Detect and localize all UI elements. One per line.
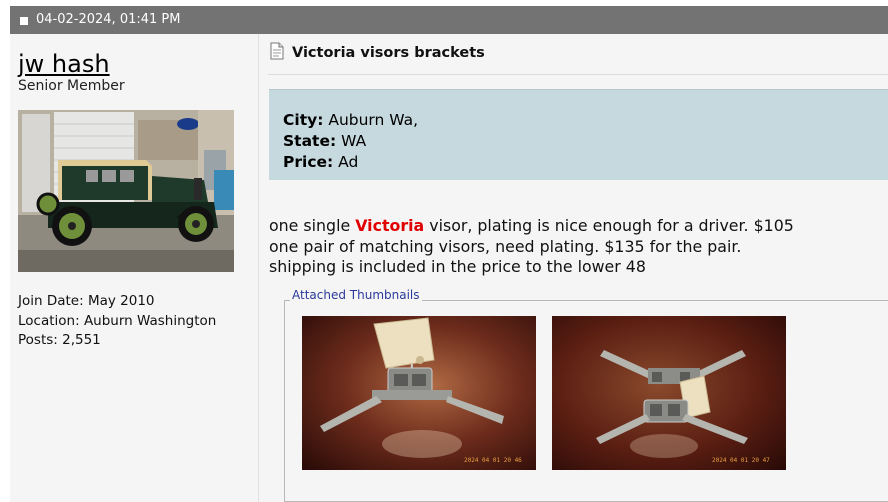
user-info-panel: jw hash Senior Member Join Date: May 201… [10,34,259,502]
user-stats: Join Date: May 2010 Location: Auburn Was… [18,292,216,351]
user-location: Location: Auburn Washington [18,312,217,329]
city-value: Auburn Wa, [328,111,419,129]
thumbnail-timestamp: 2024 04 01 20 46 [464,457,522,464]
post-container: 04-02-2024, 01:41 PM jw hash Senior Memb… [10,6,888,502]
document-icon [270,42,284,64]
title-divider [268,74,888,75]
user-title: Senior Member [18,78,125,94]
post-title: Victoria visors brackets [270,42,485,64]
state-label: State: [283,132,337,150]
price-value: Ad [338,153,359,171]
post-status-icon [20,17,28,25]
join-date: Join Date: May 2010 [18,293,155,309]
attachment-thumbnail-1[interactable]: 2024 04 01 20 46 [302,316,536,470]
post-content: Victoria visors brackets City: Auburn Wa… [268,34,888,502]
state-value: WA [341,132,367,150]
thumbnail-timestamp: 2024 04 01 20 47 [712,457,770,464]
message-line-3: shipping is included in the price to the… [269,257,646,276]
username-link[interactable]: jw hash [18,50,110,78]
post-header-bar: 04-02-2024, 01:41 PM [10,6,888,34]
message-text: one single [269,216,356,235]
state-row: State: WA [283,131,418,152]
model-a-car-photo [18,110,234,272]
listing-info-box: City: Auburn Wa, State: WA Price: Ad [269,89,888,180]
message-line-2: one pair of matching visors, need platin… [269,236,742,256]
user-avatar[interactable] [18,110,234,272]
price-row: Price: Ad [283,152,418,173]
post-count: Posts: 2,551 [18,332,101,348]
visor-bracket-photo: 2024 04 01 20 46 [302,316,536,470]
highlight-keyword: Victoria [355,216,425,235]
price-label: Price: [283,153,334,171]
post-message: one single Victoria visor, plating is ni… [269,216,794,278]
post-title-text: Victoria visors brackets [292,45,485,61]
attachments-legend: Attached Thumbnails [290,288,422,302]
city-row: City: Auburn Wa, [283,110,418,131]
attachment-thumbnail-2[interactable]: 2024 04 01 20 47 [552,316,786,470]
post-date: 04-02-2024, 01:41 PM [36,12,181,27]
visor-bracket-photo: 2024 04 01 20 47 [552,316,786,470]
message-text: visor, plating is nice enough for a driv… [424,216,794,235]
city-label: City: [283,111,324,129]
message-line-1: one single Victoria visor, plating is ni… [269,216,794,237]
